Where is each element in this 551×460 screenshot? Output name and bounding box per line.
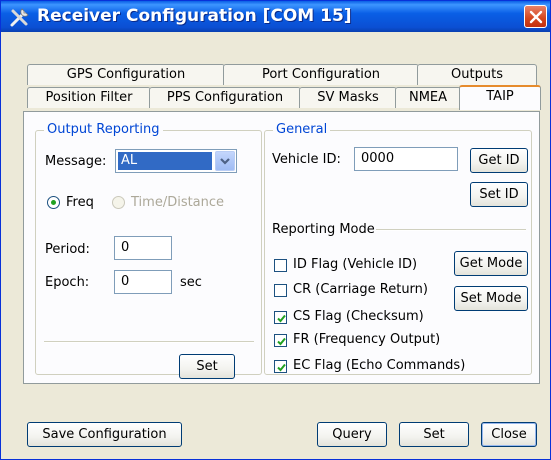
- tab-sv-masks[interactable]: SV Masks: [299, 87, 397, 108]
- get-mode-button[interactable]: Get Mode: [454, 251, 528, 276]
- tools-icon: [10, 8, 29, 27]
- close-icon: [529, 10, 543, 24]
- freq-radio[interactable]: [47, 196, 60, 209]
- vehicle-id-input[interactable]: 0000: [354, 147, 458, 171]
- set-id-button[interactable]: Set ID: [470, 182, 528, 207]
- epoch-input[interactable]: 0: [114, 270, 172, 294]
- tab-pps-configuration[interactable]: PPS Configuration: [149, 87, 301, 108]
- flag-checkbox[interactable]: [274, 334, 287, 347]
- flag-checkbox[interactable]: [274, 284, 287, 297]
- flag-checkbox[interactable]: [274, 360, 287, 373]
- checkmark-icon: [277, 314, 286, 323]
- flag-label: CS Flag (Checksum): [293, 309, 424, 324]
- window-title: Receiver Configuration [COM 15]: [37, 6, 352, 26]
- set-mode-button[interactable]: Set Mode: [454, 286, 528, 311]
- tab-position-filter[interactable]: Position Filter: [27, 87, 151, 108]
- flag-label: EC Flag (Echo Commands): [293, 358, 466, 373]
- tab-gps-configuration[interactable]: GPS Configuration: [27, 64, 225, 85]
- epoch-unit-label: sec: [180, 275, 202, 290]
- reporting-mode-title: Reporting Mode: [272, 222, 375, 237]
- flag-label: FR (Frequency Output): [293, 332, 441, 347]
- receiver-configuration-window: Receiver Configuration [COM 15] GPS Conf…: [0, 0, 551, 460]
- save-configuration-button[interactable]: Save Configuration: [27, 422, 182, 447]
- time-distance-radio[interactable]: [112, 196, 125, 209]
- reporting-mode-divider: [376, 229, 526, 231]
- checkmark-icon: [277, 337, 286, 346]
- dropdown-arrow-button[interactable]: [215, 151, 235, 171]
- query-button[interactable]: Query: [317, 422, 387, 447]
- period-input[interactable]: 0: [114, 236, 172, 260]
- message-select[interactable]: AL: [115, 149, 237, 173]
- close-window-button[interactable]: [524, 5, 547, 28]
- epoch-label: Epoch:: [45, 275, 90, 290]
- tab-nmea[interactable]: NMEA: [395, 87, 461, 108]
- close-button[interactable]: Close: [481, 422, 537, 447]
- checkmark-icon: [277, 363, 286, 372]
- tab-outputs[interactable]: Outputs: [417, 64, 537, 85]
- title-bar[interactable]: Receiver Configuration [COM 15]: [1, 1, 550, 32]
- freq-label: Freq: [66, 195, 94, 210]
- chevron-down-icon: [220, 158, 230, 165]
- set-button[interactable]: Set: [399, 422, 469, 447]
- time-distance-label: Time/Distance: [131, 195, 225, 210]
- taip-tab-panel: Output Reporting Message: AL Freq Time/D…: [23, 111, 540, 384]
- vehicle-id-label: Vehicle ID:: [272, 152, 341, 167]
- tab-port-configuration[interactable]: Port Configuration: [223, 64, 419, 85]
- output-reporting-divider: [44, 341, 254, 343]
- period-label: Period:: [45, 242, 90, 257]
- flag-label: CR (Carriage Return): [293, 282, 428, 297]
- tab-taip[interactable]: TAIP: [459, 85, 541, 110]
- get-id-button[interactable]: Get ID: [470, 148, 528, 173]
- output-reporting-set-button[interactable]: Set: [179, 354, 235, 379]
- message-select-value: AL: [118, 152, 212, 170]
- flag-checkbox[interactable]: [274, 311, 287, 324]
- flag-checkbox[interactable]: [274, 259, 287, 272]
- message-label: Message:: [45, 154, 107, 169]
- flag-label: ID Flag (Vehicle ID): [293, 257, 418, 272]
- general-title: General: [273, 122, 331, 137]
- output-reporting-title: Output Reporting: [44, 122, 163, 137]
